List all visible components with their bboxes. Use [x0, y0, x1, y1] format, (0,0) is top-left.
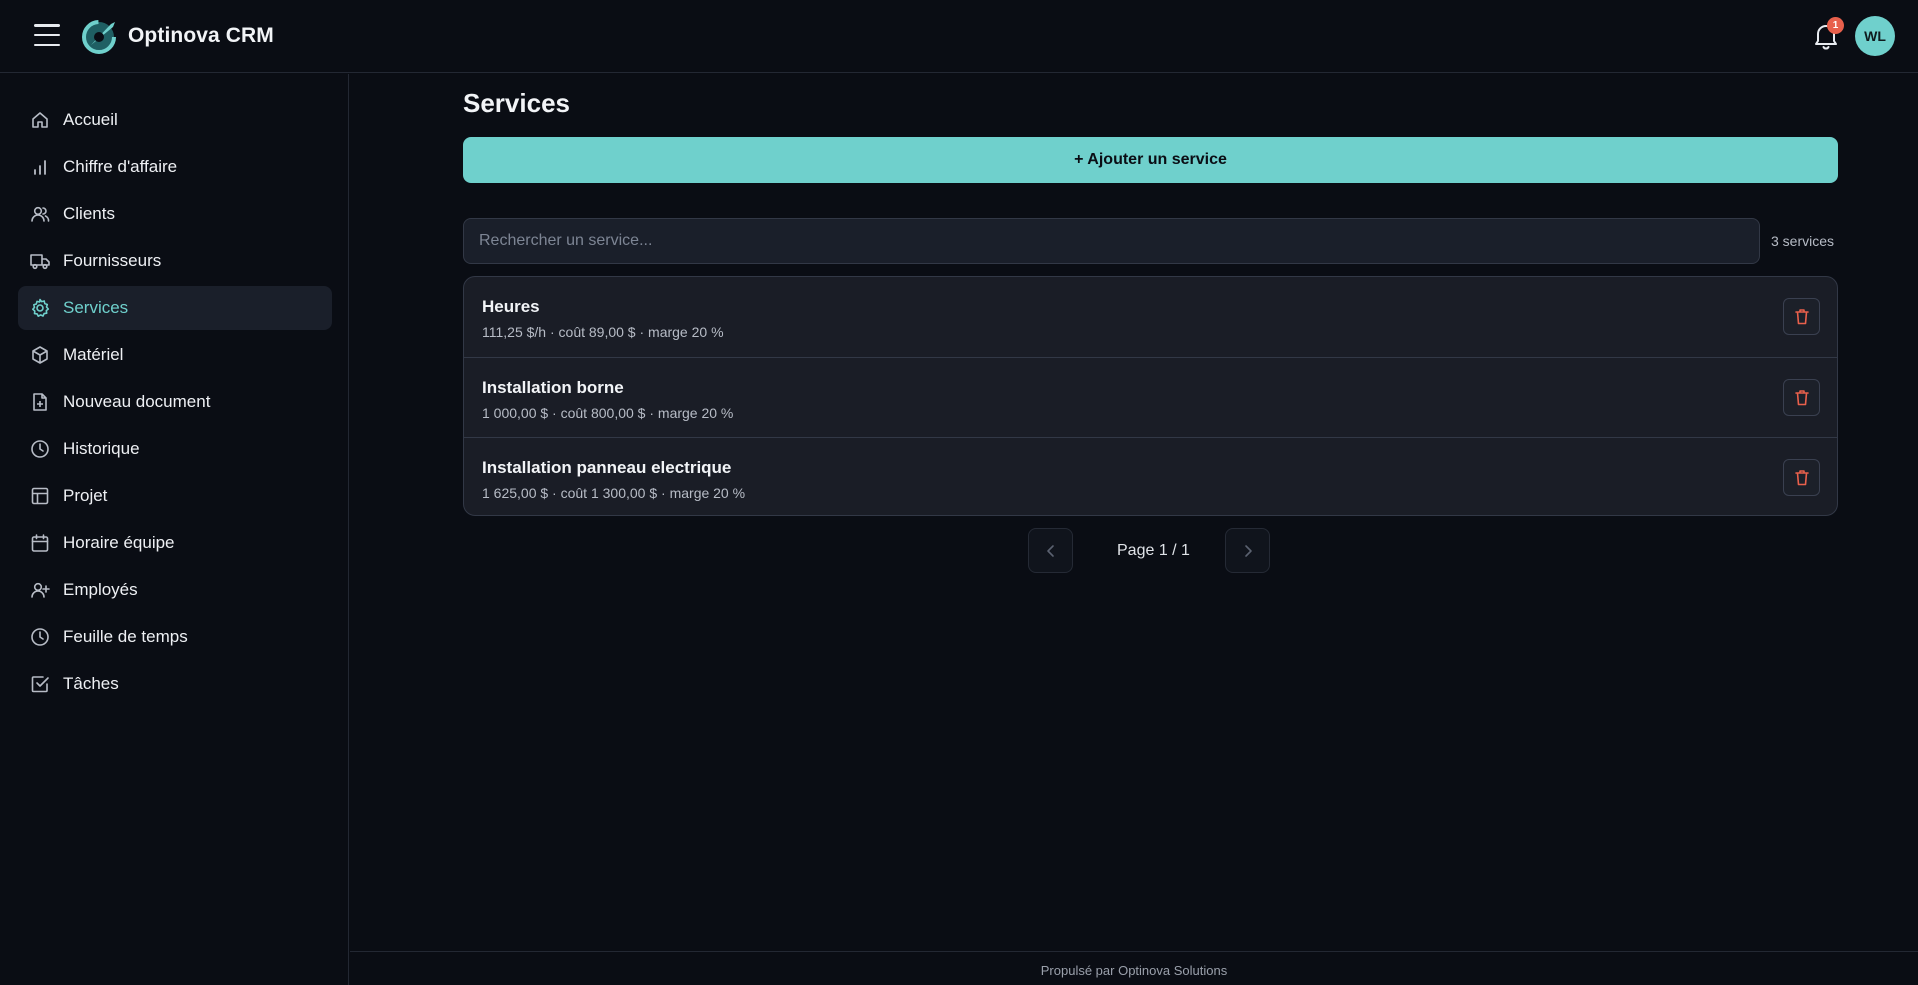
sidebar-item-label: Employés [63, 580, 138, 599]
sidebar: Accueil Chiffre d'affaire Clients Fourni… [0, 74, 349, 985]
sidebar-item-projet[interactable]: Projet [18, 474, 332, 518]
delete-button[interactable] [1783, 459, 1820, 496]
sidebar-item-employes[interactable]: Employés [18, 568, 332, 612]
sidebar-item-taches[interactable]: Tâches [18, 662, 332, 706]
trash-icon [1795, 470, 1809, 486]
sidebar-item-materiel[interactable]: Matériel [18, 333, 332, 377]
clock-icon [31, 440, 49, 458]
chevron-right-icon [1245, 545, 1252, 557]
service-count: 3 services [1771, 233, 1835, 249]
gear-icon [31, 298, 50, 317]
sidebar-item-label: Nouveau document [63, 392, 211, 411]
page-title: Services [463, 88, 570, 118]
logo-icon [82, 20, 116, 54]
services-list: Heures 111,25 $/h · coût 89,00 $ · marge… [463, 276, 1838, 516]
box-icon [32, 346, 48, 364]
sidebar-item-services[interactable]: Services [18, 286, 332, 330]
footer: Propulsé par Optinova Solutions [350, 951, 1918, 985]
next-page-button[interactable] [1225, 528, 1270, 573]
notification-badge: 1 [1827, 17, 1844, 34]
check-square-icon [31, 676, 49, 693]
sidebar-item-label: Historique [63, 439, 140, 458]
clock-icon [31, 628, 49, 646]
service-name: Installation borne [482, 378, 624, 397]
service-details: 1 000,00 $ · coût 800,00 $ · marge 20 % [482, 405, 734, 421]
truck-icon [30, 254, 50, 270]
user-plus-icon [31, 582, 50, 598]
trash-icon [1795, 390, 1809, 406]
list-item[interactable]: Installation panneau electrique 1 625,00… [464, 437, 1837, 515]
sidebar-item-clients[interactable]: Clients [18, 192, 332, 236]
sidebar-item-nouveau-document[interactable]: Nouveau document [18, 380, 332, 424]
previous-page-button[interactable] [1028, 528, 1073, 573]
layout-icon [31, 487, 49, 505]
bar-chart-icon [34, 160, 46, 175]
sidebar-item-feuille-de-temps[interactable]: Feuille de temps [18, 615, 332, 659]
list-item[interactable]: Heures 111,25 $/h · coût 89,00 $ · marge… [464, 277, 1837, 357]
pagination-label: Page 1 / 1 [1117, 542, 1190, 559]
file-plus-icon [33, 393, 47, 411]
home-icon [32, 112, 48, 128]
sidebar-item-accueil[interactable]: Accueil [18, 98, 332, 142]
footer-text: Propulsé par Optinova Solutions [1040, 963, 1228, 978]
users-icon [31, 206, 50, 222]
service-details: 1 625,00 $ · coût 1 300,00 $ · marge 20 … [482, 485, 746, 501]
delete-button[interactable] [1783, 298, 1820, 335]
service-name: Installation panneau electrique [482, 458, 732, 477]
search-input[interactable] [463, 218, 1760, 264]
menu-icon[interactable] [34, 24, 60, 46]
sidebar-item-label: Matériel [63, 345, 124, 364]
sidebar-item-label: Chiffre d'affaire [63, 157, 178, 176]
sidebar-item-label: Projet [63, 486, 108, 505]
sidebar-item-label: Clients [63, 204, 115, 223]
avatar[interactable]: WL [1855, 16, 1895, 56]
chevron-left-icon [1047, 545, 1054, 557]
sidebar-item-label: Horaire équipe [63, 533, 175, 552]
sidebar-item-label: Accueil [63, 110, 118, 129]
sidebar-item-label: Feuille de temps [63, 627, 188, 646]
sidebar-item-label: Services [63, 298, 129, 317]
add-service-button[interactable]: + Ajouter un service [463, 137, 1838, 183]
calendar-icon [31, 534, 49, 552]
sidebar-item-chiffre-affaire[interactable]: Chiffre d'affaire [18, 145, 332, 189]
app-title: Optinova CRM [128, 24, 274, 47]
top-bar: Optinova CRM 1 WL [0, 0, 1918, 73]
delete-button[interactable] [1783, 379, 1820, 416]
sidebar-item-label: Fournisseurs [63, 251, 162, 270]
sidebar-item-horaire-equipe[interactable]: Horaire équipe [18, 521, 332, 565]
sidebar-item-label: Tâches [63, 674, 119, 693]
service-details: 111,25 $/h · coût 89,00 $ · marge 20 % [482, 324, 724, 340]
sidebar-item-historique[interactable]: Historique [18, 427, 332, 471]
list-item[interactable]: Installation borne 1 000,00 $ · coût 800… [464, 357, 1837, 437]
service-name: Heures [482, 297, 540, 316]
trash-icon [1795, 309, 1809, 325]
sidebar-item-fournisseurs[interactable]: Fournisseurs [18, 239, 332, 283]
